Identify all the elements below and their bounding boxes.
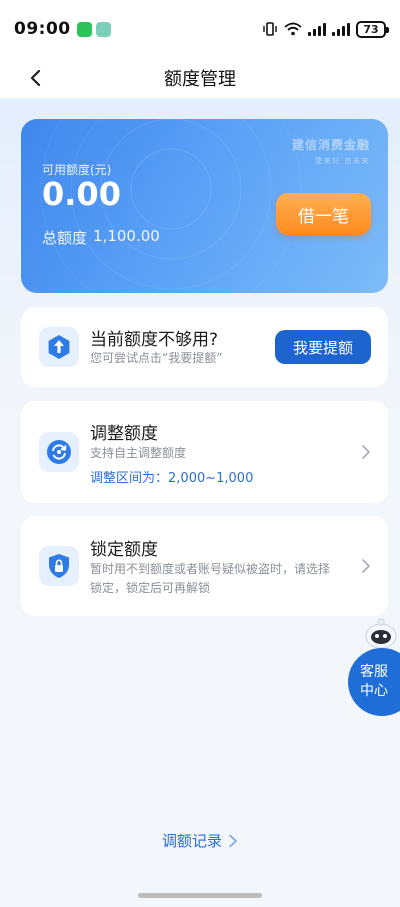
wifi-icon [284,22,302,36]
nav-bar: 额度管理 [0,58,400,98]
brand-logo: 建信消费金融 建美好 信未来 [292,136,370,166]
chevron-left-icon [30,70,41,86]
total-credit-row: 总额度 1,100.00 [42,227,160,248]
app-icon [95,21,111,37]
raise-credit-title: 当前额度不够用? [90,330,219,350]
lock-credit-panel[interactable]: 锁定额度 暂时用不到额度或者账号疑似被盗时，请选择 锁定，锁定后可再解锁 [21,516,388,616]
battery-icon: 73 [356,20,389,38]
adjust-history-label: 调额记录 [161,832,222,850]
chevron-right-icon [362,445,370,459]
total-credit-label: 总额度 [42,229,88,247]
borrow-button[interactable]: 借一笔 [276,193,371,235]
page-title: 额度管理 [164,69,236,90]
adjust-cycle-icon [39,432,79,472]
credit-summary-card: 建信消费金融 建美好 信未来 可用额度(元) 0.00 总额度 1,100.00… [21,119,388,293]
status-indicators: 73 [262,20,389,38]
lock-credit-desc-line1: 暂时用不到额度或者账号疑似被盗时，请选择 [90,562,331,576]
chevron-right-icon [362,559,370,573]
brand-slogan: 建美好 信未来 [315,157,370,165]
arrow-up-hex-icon [39,327,79,367]
adjust-credit-title: 调整额度 [90,424,158,444]
back-button[interactable] [22,64,50,92]
mascot-icon [365,618,397,649]
adjust-range-label: 调整区间为： [90,471,169,486]
adjust-credit-subtitle: 支持自主调整额度 [90,446,187,460]
wechat-icon [76,21,92,37]
chevron-right-icon [229,834,237,847]
signal-icon-1 [308,22,326,36]
status-app-icons [76,21,111,37]
status-time: 09:00 [14,19,71,39]
customer-service-button[interactable]: 客服 中心 [348,648,400,716]
home-indicator[interactable] [138,893,262,898]
available-credit-amount: 0.00 [42,175,121,213]
raise-credit-button[interactable]: 我要提额 [275,330,371,364]
adjust-range: 调整区间为：2,000~1,000 [90,467,253,486]
raise-credit-panel: 当前额度不够用? 您可尝试点击“我要提额” 我要提额 [21,307,388,387]
brand-name: 建信消费金融 [291,138,370,152]
signal-icon-2 [332,22,350,36]
total-credit-amount: 1,100.00 [93,227,160,245]
adjust-credit-panel[interactable]: 调整额度 支持自主调整额度 调整区间为：2,000~1,000 [21,401,388,503]
adjust-history-link[interactable]: 调额记录 [0,830,400,851]
lock-credit-desc-line2: 锁定，锁定后可再解锁 [90,581,211,595]
battery-level: 73 [363,22,379,36]
customer-service-line1: 客服 [360,664,388,680]
adjust-range-value: 2,000~1,000 [168,471,254,486]
vibrate-icon [263,22,277,36]
customer-service-line2: 中心 [360,683,388,699]
lock-credit-title: 锁定额度 [90,540,158,560]
status-bar: 09:00 73 [0,0,400,58]
raise-credit-subtitle: 您可尝试点击“我要提额” [90,351,223,365]
lock-shield-icon [39,546,79,586]
